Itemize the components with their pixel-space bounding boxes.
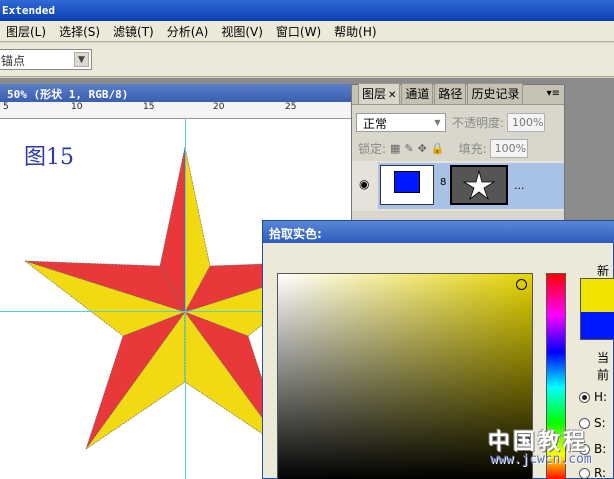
color-fill-swatch: [394, 171, 420, 193]
layer-name: ...: [514, 179, 525, 192]
tab-layers[interactable]: 图层 ✕: [358, 83, 401, 104]
current-color-swatch[interactable]: [580, 312, 614, 340]
menu-analysis[interactable]: 分析(A): [167, 23, 209, 40]
menu-filter[interactable]: 滤镜(T): [113, 23, 154, 40]
dialog-title-bar[interactable]: 拾取实色:: [263, 221, 614, 243]
blend-mode-select[interactable]: 正常 ▼: [356, 112, 446, 132]
tab-paths[interactable]: 路径: [434, 83, 467, 104]
layer-row[interactable]: ◉ 8 ...: [352, 161, 564, 211]
ruler-tick: 10: [71, 102, 83, 112]
menu-window[interactable]: 窗口(W): [276, 23, 321, 40]
watermark-url: www.jcwcn.com: [490, 452, 592, 467]
anchor-point-value: 锚点: [1, 54, 26, 68]
lock-row: 锁定: ▦ ✎ ✥ 🔒 填充: 100%: [352, 135, 564, 161]
figure-label: 图15: [24, 145, 74, 170]
mode-h-row[interactable]: H:: [579, 389, 614, 405]
tab-history[interactable]: 历史记录: [467, 83, 524, 104]
watermark: 中国教程 www.jcwcn.com: [488, 424, 614, 469]
mode-h-label: H:: [594, 390, 608, 404]
lock-icon[interactable]: 🔒: [431, 142, 445, 155]
anchor-point-select[interactable]: 锚点 ▼: [0, 49, 92, 70]
vertical-guide: [185, 119, 186, 479]
lock-move-icon[interactable]: ✥: [418, 142, 427, 155]
ruler-tick: 5: [3, 102, 9, 112]
color-marker[interactable]: [516, 279, 527, 290]
lock-label: 锁定:: [358, 141, 387, 156]
new-color-swatch: [580, 278, 614, 312]
chevron-down-icon[interactable]: ▼: [74, 52, 89, 67]
mode-h-radio[interactable]: [579, 391, 590, 403]
chevron-down-icon[interactable]: ▼: [431, 115, 444, 130]
current-color-label: 当前: [597, 351, 610, 382]
panel-tabs: 图层 ✕ 通道 路径 历史记录 ▾≡: [352, 83, 564, 105]
app-title-bar: Extended: [0, 0, 614, 21]
layer-color-thumbnail[interactable]: [380, 165, 434, 205]
ruler-tick: 25: [285, 102, 297, 112]
link-icon[interactable]: 8: [440, 177, 446, 188]
tab-layers-label: 图层: [362, 87, 387, 101]
eye-icon[interactable]: ◉: [359, 177, 369, 191]
dialog-title: 拾取实色:: [269, 227, 322, 241]
app-title: Extended: [2, 4, 55, 17]
menu-layer[interactable]: 图层(L): [6, 23, 46, 40]
panel-menu-icon[interactable]: ▾≡: [547, 88, 560, 99]
menu-bar: 图层(L) 选择(S) 滤镜(T) 分析(A) 视图(V) 窗口(W) 帮助(H…: [0, 21, 614, 42]
blend-mode-value: 正常: [363, 116, 388, 131]
opacity-field[interactable]: 100%: [507, 112, 546, 132]
menu-view[interactable]: 视图(V): [221, 23, 263, 40]
lock-brush-icon[interactable]: ✎: [404, 142, 413, 155]
document-title: 50% (形状 1, RGB/8): [7, 88, 129, 101]
tab-channels[interactable]: 通道: [401, 83, 434, 104]
blend-row: 正常 ▼ 不透明度: 100%: [352, 109, 564, 135]
menu-select[interactable]: 选择(S): [59, 23, 100, 40]
ruler-tick: 15: [143, 102, 155, 112]
fill-label: 填充:: [458, 141, 487, 156]
fill-field[interactable]: 100%: [489, 138, 528, 158]
opacity-label: 不透明度:: [452, 115, 505, 130]
star-mask-icon: [462, 169, 496, 201]
lock-transparent-icon[interactable]: ▦: [390, 142, 400, 155]
options-bar: 锚点 ▼: [0, 43, 614, 77]
mode-r-radio[interactable]: [579, 467, 590, 479]
close-icon[interactable]: ✕: [388, 90, 396, 101]
menu-help[interactable]: 帮助(H): [334, 23, 376, 40]
layers-panel: 图层 ✕ 通道 路径 历史记录 ▾≡ 正常 ▼ 不透明度: 100% 锁定: ▦ …: [351, 83, 565, 224]
layer-mask-thumbnail[interactable]: [450, 165, 508, 205]
ruler-tick: 20: [213, 102, 225, 112]
